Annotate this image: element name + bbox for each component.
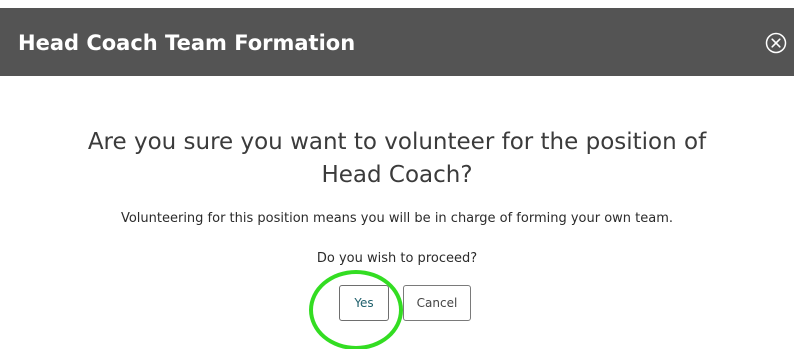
question-line-2: Head Coach? bbox=[321, 162, 473, 188]
yes-button[interactable]: Yes bbox=[339, 285, 389, 321]
proceed-prompt: Do you wish to proceed? bbox=[316, 251, 478, 266]
confirmation-dialog: Head Coach Team Formation Are you sure y… bbox=[0, 0, 794, 349]
close-icon[interactable] bbox=[765, 32, 787, 54]
dialog-title: Head Coach Team Formation bbox=[18, 31, 356, 55]
question-line-1: Are you sure you want to volunteer for t… bbox=[87, 129, 707, 155]
description-text: Volunteering for this position means you… bbox=[120, 211, 674, 226]
cancel-button[interactable]: Cancel bbox=[403, 285, 471, 321]
dialog-header: Head Coach Team Formation bbox=[0, 8, 794, 76]
confirmation-question: Are you sure you want to volunteer for t… bbox=[0, 126, 794, 192]
